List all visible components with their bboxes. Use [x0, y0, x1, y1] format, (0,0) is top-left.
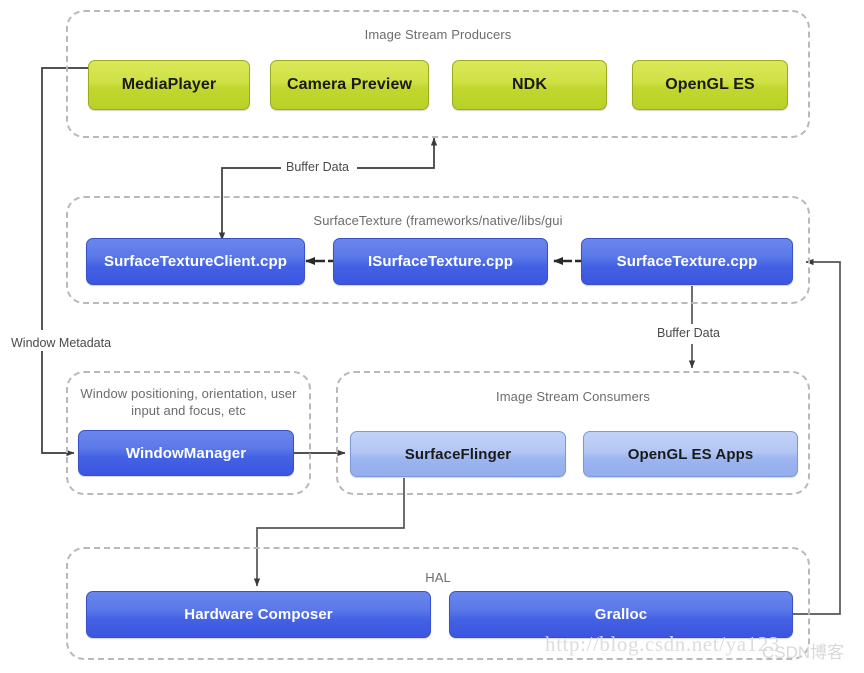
node-label-mediaplayer: MediaPlayer [121, 76, 217, 93]
node-surfacetexture[interactable]: SurfaceTexture.cpp [581, 238, 793, 285]
node-label-gralloc: Gralloc [594, 606, 648, 623]
node-gralloc[interactable]: Gralloc [449, 591, 793, 638]
node-label-surfacetexture: SurfaceTexture.cpp [616, 253, 758, 270]
watermark-url: http://blog.csdn.net/ya123 [545, 632, 780, 657]
edge-label-window-metadata: Window Metadata [6, 336, 117, 351]
watermark-logo: CSDN博客 [762, 643, 845, 662]
node-surfacetextureclient[interactable]: SurfaceTextureClient.cpp [86, 238, 305, 285]
node-label-camera-preview: Camera Preview [286, 76, 413, 93]
node-windowmanager[interactable]: WindowManager [78, 430, 294, 476]
group-label-hal: HAL [425, 570, 451, 585]
edge-label-buffer-data-mid: Buffer Data [652, 326, 726, 341]
group-label-windowmanager: Window positioning, orientation, user in… [80, 386, 297, 418]
edge-label-buffer-data-top: Buffer Data [281, 160, 355, 175]
node-mediaplayer[interactable]: MediaPlayer [88, 60, 250, 110]
node-camera-preview[interactable]: Camera Preview [270, 60, 429, 110]
node-surfaceflinger[interactable]: SurfaceFlinger [350, 431, 566, 477]
watermark-url-text: http://blog.csdn.net/ya [545, 632, 747, 656]
node-label-surfaceflinger: SurfaceFlinger [404, 445, 512, 463]
node-label-ndk: NDK [512, 76, 547, 93]
node-opengl-es-apps[interactable]: OpenGL ES Apps [583, 431, 798, 477]
node-isurfacetexture[interactable]: ISurfaceTexture.cpp [333, 238, 548, 285]
wire-buffer-data-top-right [357, 137, 438, 169]
group-label-surfacetexture: SurfaceTexture (frameworks/native/libs/g… [313, 213, 563, 228]
group-label-image-stream-producers: Image Stream Producers [364, 27, 512, 42]
node-ndk[interactable]: NDK [452, 60, 607, 110]
diagram-canvas: Image Stream Producers MediaPlayer Camer… [0, 0, 864, 673]
node-hardware-composer[interactable]: Hardware Composer [86, 591, 431, 638]
node-label-windowmanager: WindowManager [125, 444, 247, 462]
node-label-opengl-es-apps: OpenGL ES Apps [627, 445, 754, 463]
group-label-image-stream-consumers: Image Stream Consumers [496, 389, 650, 404]
node-label-isurfacetexture: ISurfaceTexture.cpp [367, 253, 513, 270]
node-label-opengl-es: OpenGL ES [665, 76, 755, 93]
node-label-surfacetextureclient: SurfaceTextureClient.cpp [103, 253, 287, 270]
node-label-hardware-composer: Hardware Composer [184, 606, 333, 623]
node-opengl-es[interactable]: OpenGL ES [632, 60, 788, 110]
